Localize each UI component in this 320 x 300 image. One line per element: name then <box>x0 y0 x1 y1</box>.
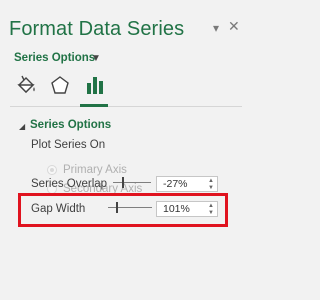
tab-divider <box>10 106 242 107</box>
series-options-dropdown[interactable]: Series Options <box>14 52 95 64</box>
bar-chart-icon <box>87 77 103 94</box>
chevron-down-icon[interactable]: ▼ <box>91 54 101 64</box>
paint-bucket-icon <box>17 75 35 93</box>
section-title-series-options[interactable]: Series Options <box>30 119 111 131</box>
series-overlap-slider[interactable] <box>113 176 151 190</box>
section-collapse-icon[interactable]: ◢ <box>19 123 25 131</box>
spin-up-icon[interactable]: ▲ <box>208 178 214 184</box>
slider-thumb[interactable] <box>122 177 124 188</box>
format-data-series-pane: Format Data Series ▾ ✕ Series Options ▼ … <box>0 0 248 300</box>
series-overlap-label: Series Overlap <box>31 178 108 190</box>
tab-series-options[interactable] <box>84 74 106 96</box>
slider-track[interactable] <box>113 182 151 183</box>
close-icon[interactable]: ✕ <box>228 19 240 33</box>
tab-effects[interactable] <box>49 74 71 96</box>
series-overlap-value[interactable]: -27% <box>163 178 188 190</box>
active-tab-indicator <box>80 104 108 107</box>
tab-fill-line[interactable] <box>15 74 37 96</box>
radio-button[interactable] <box>47 165 57 175</box>
radio-label: Primary Axis <box>63 164 127 176</box>
pane-options-dropdown-icon[interactable]: ▾ <box>213 22 219 34</box>
series-overlap-spinner[interactable]: -27% ▲ ▼ <box>156 176 218 192</box>
primary-axis-radio[interactable]: Primary Axis <box>47 163 127 177</box>
pane-title: Format Data Series <box>9 18 185 40</box>
pentagon-icon <box>51 76 69 94</box>
gap-width-highlight <box>18 193 228 227</box>
spin-down-icon[interactable]: ▼ <box>208 185 214 191</box>
plot-series-on-label: Plot Series On <box>31 139 106 151</box>
